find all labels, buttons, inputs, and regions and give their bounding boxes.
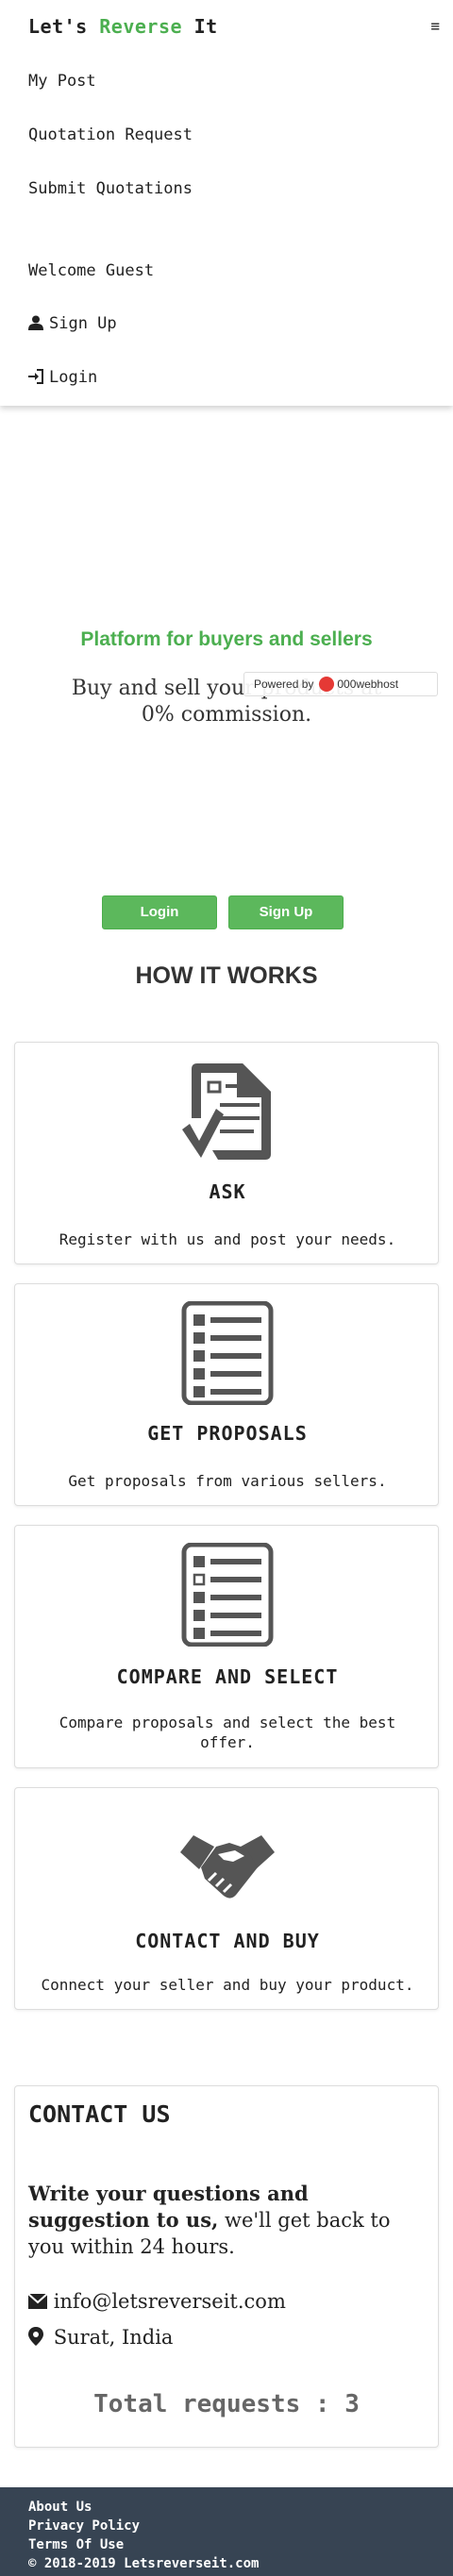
contact-email-row[interactable]: info@letsreverseit.com [27,2290,286,2313]
step-desc-ask: Register with us and post your needs. [59,1230,396,1248]
step-card-get-proposals: GET PROPOSALS Get proposals from various… [14,1283,439,1506]
nav-welcome-text: Welcome Guest [28,261,155,280]
nav-item-login[interactable]: Login [28,368,97,387]
login-icon [28,369,43,384]
footer-link-about-us[interactable]: About Us [28,2500,92,2515]
brand-logo[interactable]: Let's Reverse It [28,15,218,38]
nav-item-submit-quotations[interactable]: Submit Quotations [28,179,193,198]
step-card-contact-and-buy: CONTACT AND BUY Connect your seller and … [14,1787,439,2010]
handshake-icon [180,1835,275,1899]
list-icon [181,1301,274,1405]
hero-title: Platform for buyers and sellers [80,628,373,650]
contact-text: Write your questions and suggestion to u… [28,2181,425,2260]
footer: About Us Privacy Policy Terms Of Use © 2… [0,2487,453,2576]
host-name: 000webhost [337,677,399,691]
step-desc-contact-and-buy: Connect your seller and buy your product… [41,1976,414,1994]
step-desc-get-proposals: Get proposals from various sellers. [68,1472,387,1490]
hero-login-button[interactable]: Login [102,895,217,929]
step-card-ask: ASK Register with us and post your needs… [14,1042,439,1264]
nav-item-signup[interactable]: Sign Up [28,314,117,333]
host-logo-icon [319,677,335,692]
step-title-get-proposals: GET PROPOSALS [147,1422,308,1445]
step-title-compare-and-select: COMPARE AND SELECT [116,1665,339,1688]
footer-copyright: © 2018-2019 Letsreverseit.com [28,2556,260,2571]
document-check-icon [182,1063,271,1160]
step-title-contact-and-buy: CONTACT AND BUY [135,1930,320,1952]
hero-signup-button[interactable]: Sign Up [228,895,344,929]
step-title-ask: ASK [209,1180,246,1203]
footer-link-terms-of-use[interactable]: Terms Of Use [28,2537,124,2552]
menu-toggle-icon[interactable]: ≡ [430,17,440,35]
step-desc-compare-and-select: Compare proposals and select the best of… [59,1714,396,1751]
brand-part1: Let's [28,15,100,38]
envelope-icon [27,2293,48,2309]
navbar: Let's Reverse It ≡ My Post Quotation Req… [0,0,453,406]
contact-title: CONTACT US [28,2100,171,2128]
nav-item-quotation-request[interactable]: Quotation Request [28,125,193,144]
user-icon [28,315,43,330]
signup-label: Sign Up [49,314,117,333]
brand-part3: It [182,15,218,38]
step-card-compare-and-select: COMPARE AND SELECT Compare proposals and… [14,1525,439,1768]
total-requests: Total requests : 3 [93,2390,360,2418]
contact-location: Surat, India [53,2326,174,2349]
nav-item-my-post[interactable]: My Post [28,72,96,91]
footer-link-privacy-policy[interactable]: Privacy Policy [28,2518,140,2534]
contact-email: info@letsreverseit.com [53,2290,286,2313]
powered-by-text: Powered by [254,677,314,691]
brand-part2: Reverse [99,15,183,38]
contact-location-row: Surat, India [28,2326,173,2349]
powered-by-badge[interactable]: Powered by 000webhost [243,672,438,696]
list-select-icon [181,1543,274,1647]
how-it-works-title: HOW IT WORKS [135,962,318,989]
login-label: Login [49,368,98,387]
map-marker-icon [28,2327,43,2346]
